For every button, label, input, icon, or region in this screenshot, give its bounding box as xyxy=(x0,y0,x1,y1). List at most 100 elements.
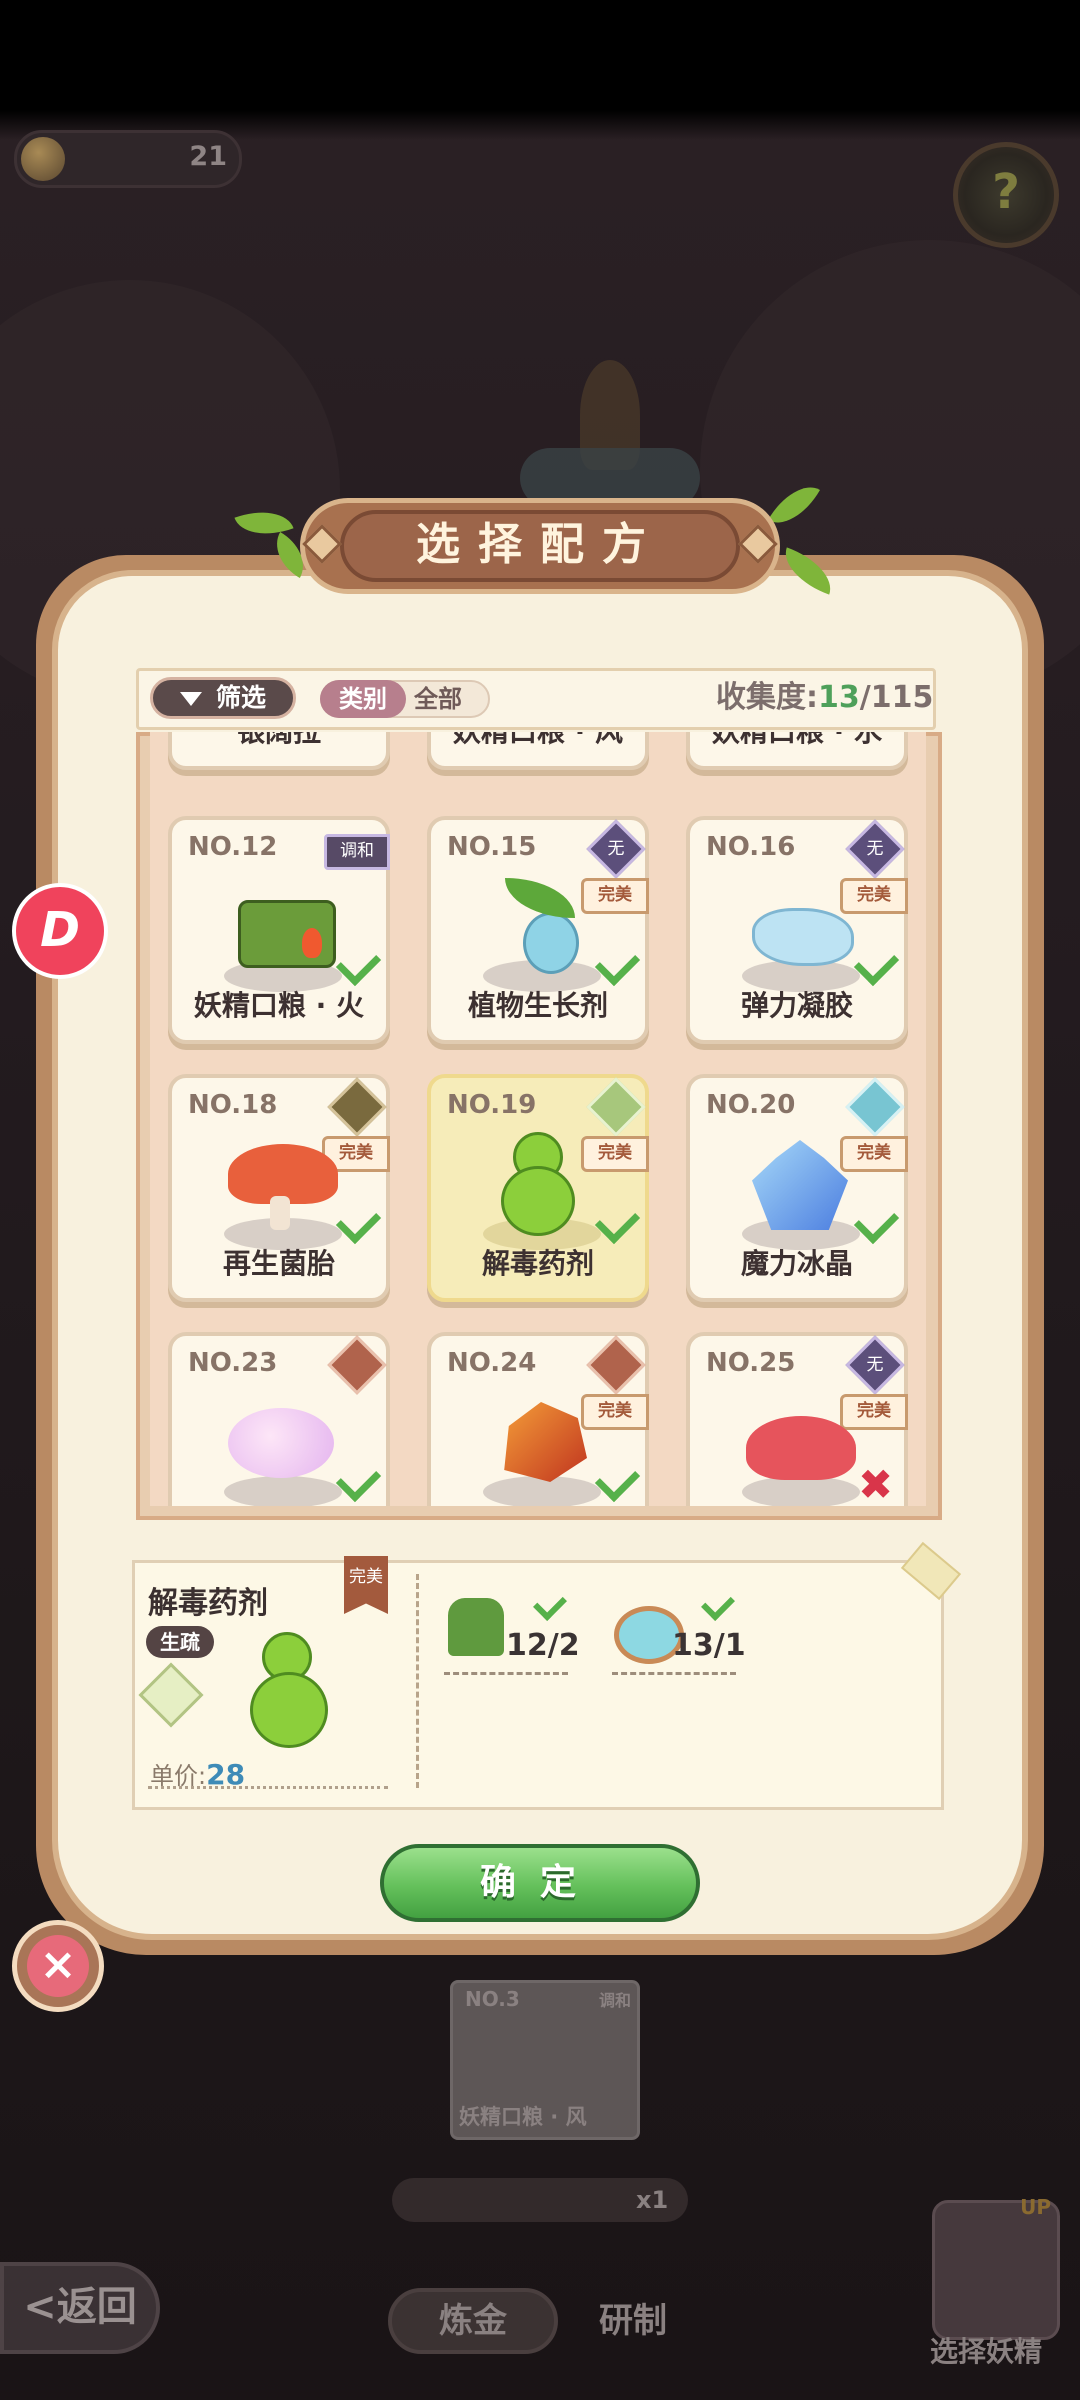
up-badge: UP xyxy=(1020,2195,1051,2219)
recipe-name: 妖精口粮 · 火 xyxy=(193,989,365,1022)
check-icon xyxy=(853,940,900,987)
herb-ingredient-icon xyxy=(448,1598,504,1656)
bg-recipe-tag: 调和 xyxy=(598,1991,631,2010)
bg-multiplier: x1 xyxy=(636,2186,669,2214)
cloud-cotton-icon xyxy=(228,1408,334,1478)
blend-tag: 调和 xyxy=(324,834,390,870)
cross-icon: ✖ xyxy=(858,1460,894,1506)
recipe-number: NO.20 xyxy=(706,1090,796,1120)
check-icon xyxy=(594,1198,641,1245)
perfect-badge: 完美 xyxy=(840,1394,908,1430)
type-fire-icon xyxy=(327,1335,387,1395)
red-jelly-icon xyxy=(746,1416,856,1480)
recipe-number: NO.24 xyxy=(447,1348,537,1378)
recipe-name: 弹力凝胶 xyxy=(740,989,853,1022)
select-fairy-label: 选择妖精 xyxy=(930,2335,1043,2368)
funnel-icon xyxy=(179,692,202,706)
check-icon xyxy=(335,1198,382,1245)
perfect-badge: 完美 xyxy=(840,1136,908,1172)
ingredient-line xyxy=(444,1672,568,1675)
check-icon xyxy=(335,940,382,987)
fairy-ration-fire-icon xyxy=(238,900,336,968)
ingredient-count: 13/1 xyxy=(672,1628,746,1663)
recipe-number: NO.16 xyxy=(706,832,796,862)
back-button[interactable]: <返回 xyxy=(0,2262,160,2354)
recipe-name: 妖精口粮 · 风 xyxy=(431,732,645,750)
item-shadow xyxy=(742,1476,860,1506)
recipe-number: NO.15 xyxy=(447,832,537,862)
perfect-badge: 完美 xyxy=(581,878,649,914)
bg-recipe-name: 妖精口粮 · 风 xyxy=(459,2105,587,2129)
check-icon xyxy=(594,1456,641,1503)
recipe-card[interactable]: 妖精口粮 · 风 xyxy=(427,732,649,770)
mushroom-stem xyxy=(270,1196,290,1230)
recipe-number: NO.19 xyxy=(447,1090,537,1120)
item-shadow xyxy=(483,1476,601,1506)
recipe-card[interactable]: 妖精口粮 · 水 xyxy=(686,732,908,770)
ingredient-count: 12/2 xyxy=(506,1628,580,1663)
ingredient-line xyxy=(612,1672,736,1675)
detail-recipe-name: 解毒药剂 xyxy=(148,1586,268,1621)
fire-icon xyxy=(302,928,322,958)
detail-divider xyxy=(416,1574,419,1788)
type-plant-icon xyxy=(586,1077,646,1137)
floating-app-button[interactable]: D xyxy=(12,883,108,979)
type-none-icon: 无 xyxy=(586,819,646,879)
coin-icon xyxy=(21,137,65,181)
recipe-card-no25[interactable]: NO.25 无 完美 ✖ xyxy=(686,1332,908,1506)
fire-ore-icon xyxy=(504,1402,587,1482)
coin-value: 21 xyxy=(189,141,227,172)
type-fire-icon xyxy=(586,1335,646,1395)
close-button[interactable]: × xyxy=(12,1920,104,2012)
recipe-number: NO.25 xyxy=(706,1348,796,1378)
elastic-gel-icon xyxy=(752,908,854,966)
check-icon xyxy=(853,1198,900,1245)
recipe-name: 银阔拉 xyxy=(172,732,386,750)
type-earth-icon xyxy=(327,1077,387,1137)
recipe-name: 妖精口粮 · 水 xyxy=(690,732,904,750)
category-label: 类别 xyxy=(320,680,406,718)
recipe-card-no19-selected[interactable]: NO.19 完美 解毒药剂 xyxy=(427,1074,649,1302)
filter-button[interactable]: 筛选 xyxy=(150,677,296,719)
price-divider xyxy=(148,1786,388,1789)
tab-alchemy[interactable]: 炼金 xyxy=(388,2288,558,2354)
recipe-card-no12[interactable]: NO.12 调和 妖精口粮 · 火 xyxy=(168,816,390,1044)
perfect-badge: 完美 xyxy=(581,1136,649,1172)
perfect-badge: 完美 xyxy=(840,878,908,914)
type-none-icon: 无 xyxy=(845,819,905,879)
recipe-card[interactable]: 银阔拉 xyxy=(168,732,390,770)
recipe-card-no16[interactable]: NO.16 无 完美 弹力凝胶 xyxy=(686,816,908,1044)
recipe-number: NO.23 xyxy=(188,1348,278,1378)
category-value[interactable]: 全部 xyxy=(414,680,462,718)
recipe-card-no20[interactable]: NO.20 完美 魔力冰晶 xyxy=(686,1074,908,1302)
recipe-card-no15[interactable]: NO.15 无 完美 植物生长剂 xyxy=(427,816,649,1044)
help-button[interactable]: ? xyxy=(953,142,1059,248)
bg-recipe-number: NO.3 xyxy=(465,1987,520,2011)
recipe-card-no23[interactable]: NO.23 xyxy=(168,1332,390,1506)
coin-counter: 21 xyxy=(14,130,242,188)
panel-title: 选择配方 xyxy=(340,510,740,582)
plant-growth-potion-icon xyxy=(523,912,579,974)
item-shadow xyxy=(224,1476,342,1506)
type-water-icon xyxy=(845,1077,905,1137)
recipe-card-no24[interactable]: NO.24 完美 xyxy=(427,1332,649,1506)
type-none-icon: 无 xyxy=(845,1335,905,1395)
close-icon: × xyxy=(27,1935,89,1997)
recipe-name: 解毒药剂 xyxy=(481,1247,594,1280)
tab-research[interactable]: 研制 xyxy=(548,2288,718,2354)
recipe-grid[interactable]: 银阔拉 妖精口粮 · 风 妖精口粮 · 水 NO.12 调和 妖精口粮 · 火 … xyxy=(150,732,926,1506)
recipe-number: NO.18 xyxy=(188,1090,278,1120)
recipe-number: NO.12 xyxy=(188,832,278,862)
antidote-potion-icon xyxy=(501,1166,575,1236)
recipe-name: 再生菌胎 xyxy=(222,1247,335,1280)
mushroom-icon xyxy=(228,1144,338,1204)
perfect-badge: 完美 xyxy=(581,1394,649,1430)
recipe-card-no18[interactable]: NO.18 完美 再生菌胎 xyxy=(168,1074,390,1302)
mana-crystal-icon xyxy=(752,1140,848,1230)
confirm-button[interactable]: 确定 xyxy=(380,1844,700,1922)
select-fairy-button[interactable]: UP xyxy=(932,2195,1060,2340)
check-icon xyxy=(335,1456,382,1503)
leaf-icon xyxy=(505,878,575,918)
bg-recipe-card: NO.3 调和 妖精口粮 · 风 xyxy=(450,1980,640,2140)
recipe-name: 魔力冰晶 xyxy=(740,1247,853,1280)
